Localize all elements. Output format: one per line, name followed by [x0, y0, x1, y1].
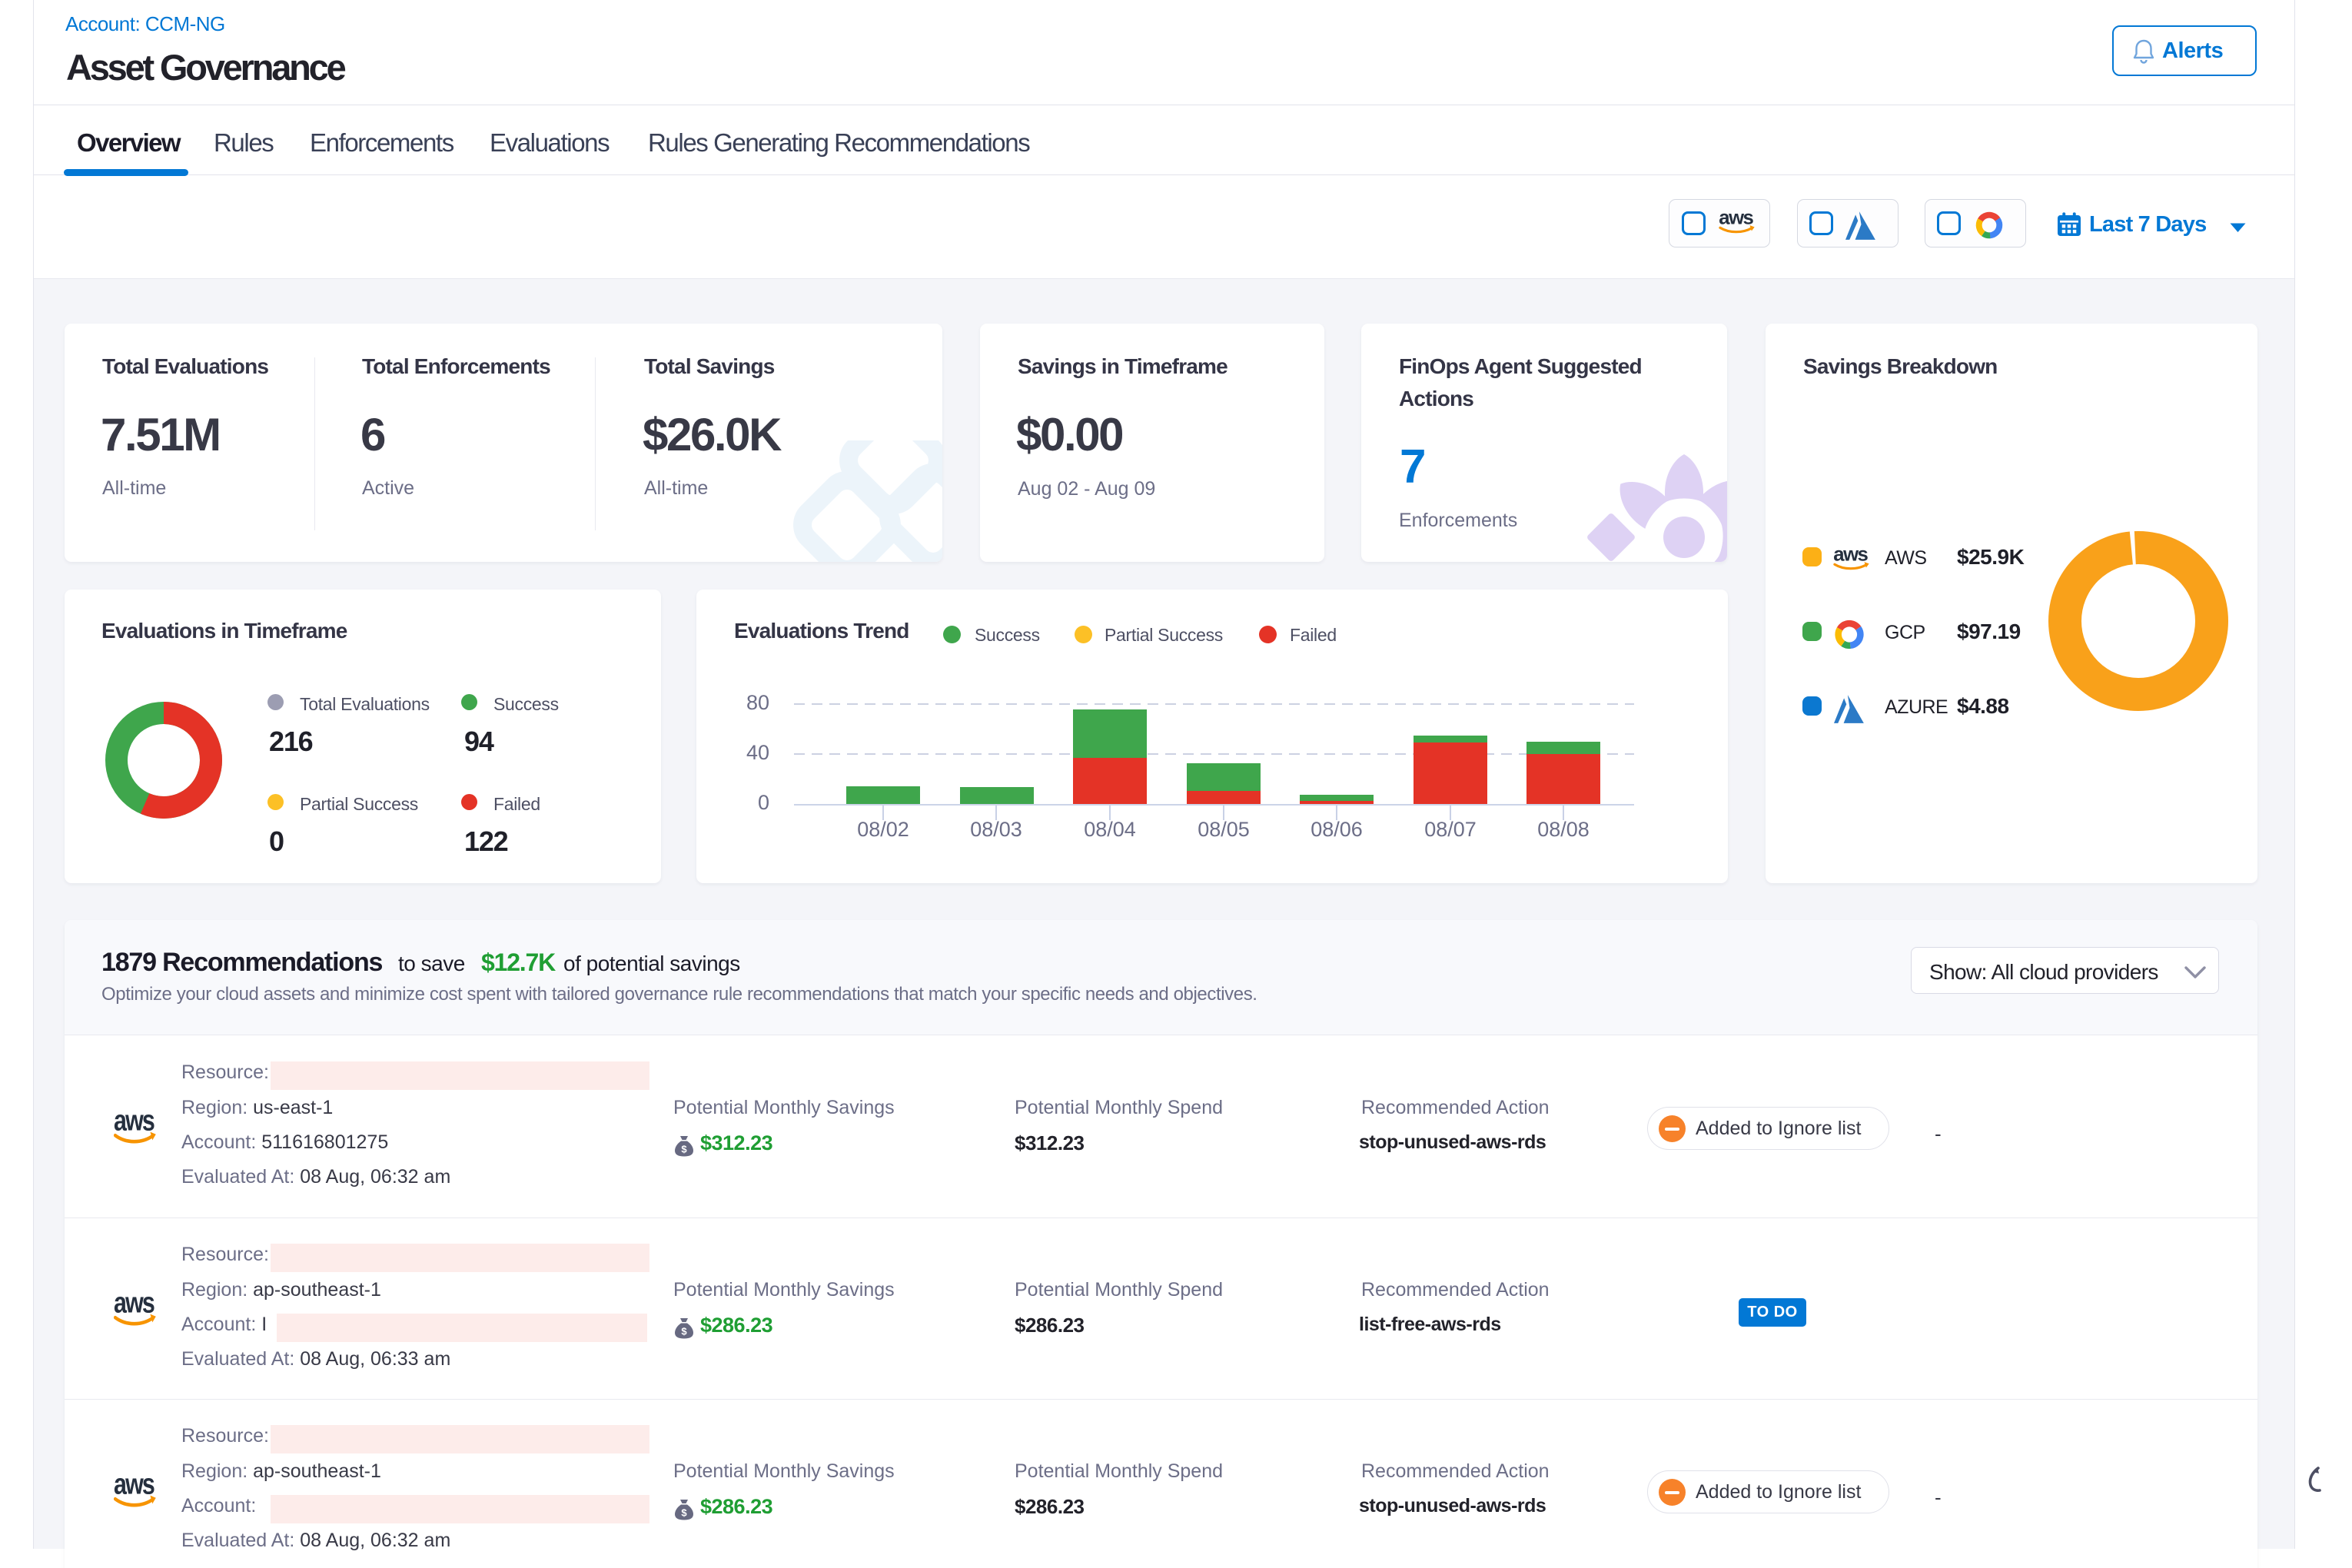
svg-text:$: $ [681, 1326, 687, 1337]
svg-text:$: $ [681, 1144, 687, 1155]
svg-text:$: $ [681, 1507, 687, 1519]
